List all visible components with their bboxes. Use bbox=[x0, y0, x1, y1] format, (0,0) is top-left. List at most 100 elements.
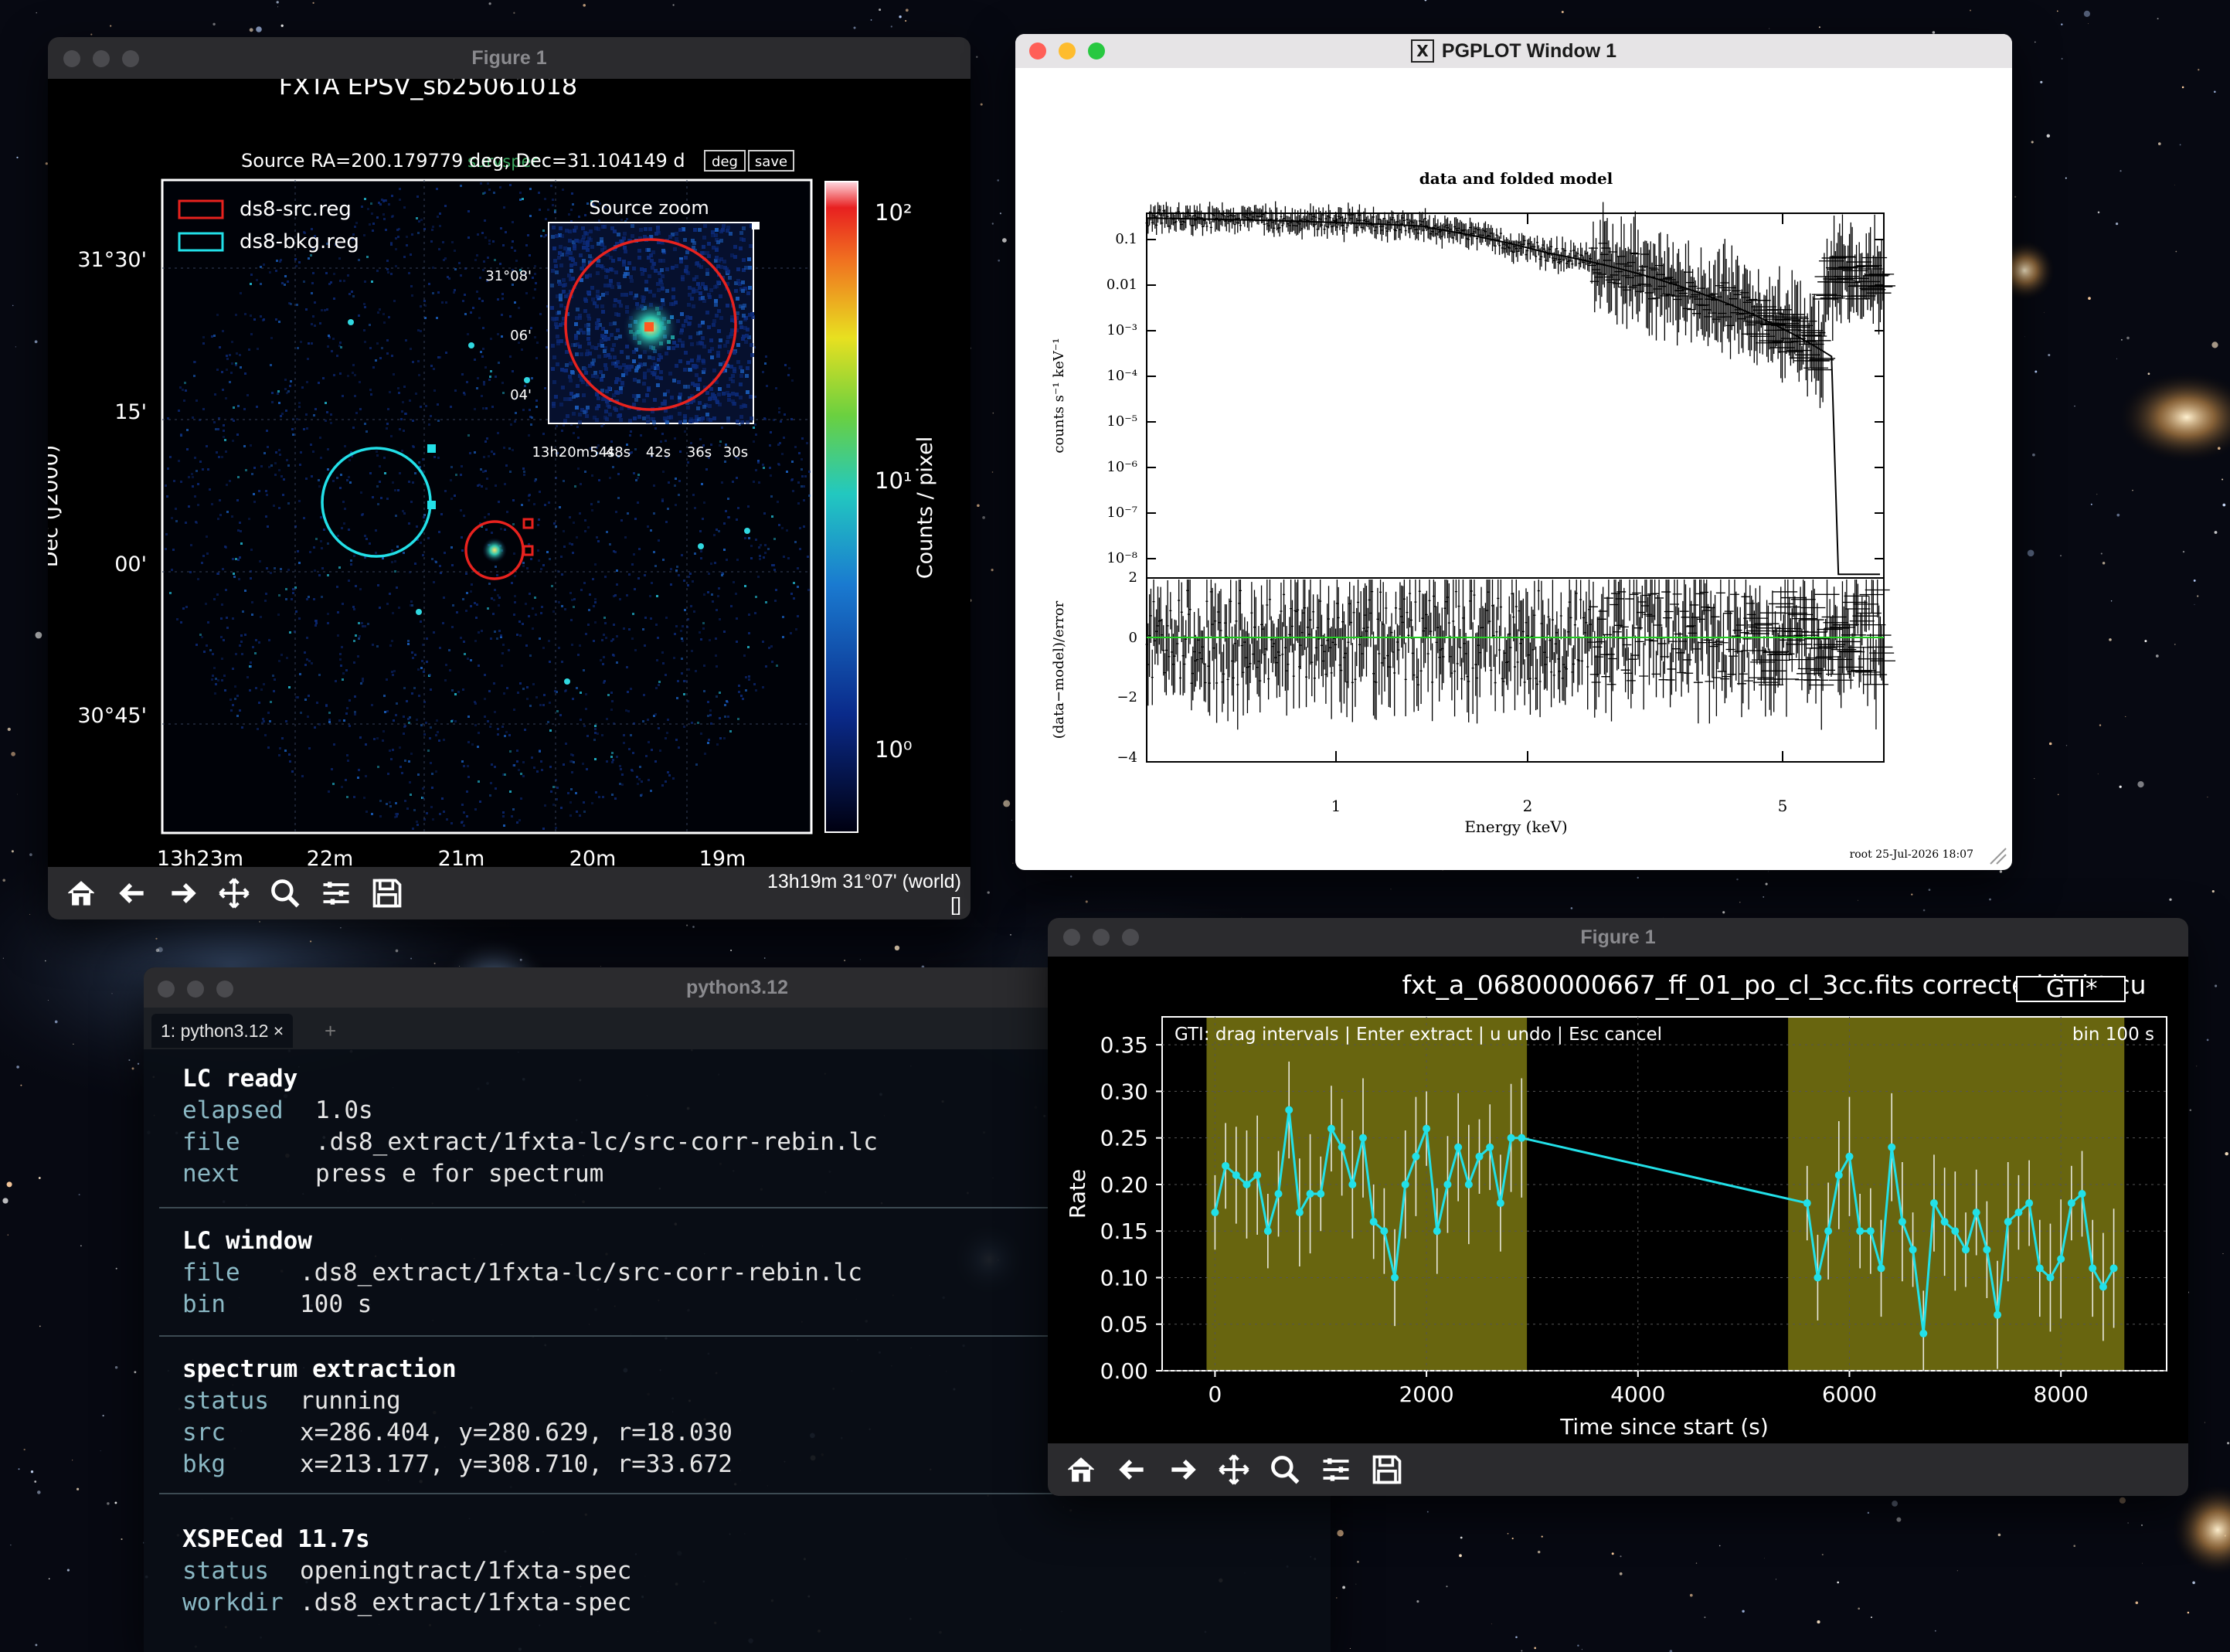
photon-pixel bbox=[379, 357, 382, 359]
photon-pixel bbox=[483, 260, 485, 263]
photon-pixel bbox=[182, 389, 184, 391]
photon-pixel bbox=[644, 644, 646, 647]
photon-pixel bbox=[183, 399, 185, 402]
photon-pixel bbox=[224, 689, 226, 692]
photon-pixel bbox=[602, 663, 604, 665]
image-figure[interactable]: FXTA EPSV_sb25061018 survspec Source RA=… bbox=[48, 79, 971, 867]
photon-pixel bbox=[588, 254, 592, 258]
photon-pixel bbox=[561, 430, 563, 432]
photon-pixel bbox=[377, 766, 379, 768]
close-button[interactable] bbox=[1029, 42, 1046, 59]
photon-pixel bbox=[260, 315, 262, 318]
spectrum-point bbox=[1393, 219, 1396, 240]
photon-pixel bbox=[233, 576, 236, 578]
photon-pixel bbox=[538, 518, 540, 521]
photon-pixel bbox=[737, 718, 739, 720]
star bbox=[1871, 1616, 1872, 1619]
photon-pixel bbox=[715, 228, 719, 232]
point-source bbox=[348, 319, 354, 325]
figure-title: FXTA EPSV_sb25061018 bbox=[279, 79, 577, 100]
photon-pixel bbox=[647, 525, 649, 528]
spectrum-point bbox=[1312, 206, 1315, 228]
photon-pixel bbox=[660, 268, 664, 272]
photon-pixel bbox=[630, 734, 632, 736]
sky-image[interactable]: ds8-src.reg ds8-bkg.reg Source zoom 31°0… bbox=[161, 178, 813, 834]
photon-pixel bbox=[280, 568, 282, 570]
photon-pixel bbox=[559, 304, 563, 308]
photon-pixel bbox=[695, 763, 698, 766]
photon-pixel bbox=[578, 216, 580, 218]
pgplot-window[interactable]: X PGPLOT Window 1 data and folded model … bbox=[1015, 34, 2012, 870]
photon-pixel bbox=[364, 423, 366, 425]
bkg-handle[interactable] bbox=[427, 444, 436, 453]
photon-pixel bbox=[693, 610, 695, 613]
photon-pixel bbox=[223, 430, 225, 432]
photon-pixel bbox=[532, 277, 534, 279]
home-button[interactable] bbox=[57, 871, 105, 916]
photon-pixel bbox=[350, 563, 352, 566]
photon-pixel bbox=[607, 694, 610, 696]
photon-pixel bbox=[197, 504, 199, 506]
save-button[interactable] bbox=[363, 871, 411, 916]
photon-pixel bbox=[392, 215, 394, 217]
spectrum-point bbox=[1419, 214, 1423, 235]
photon-pixel bbox=[673, 657, 675, 659]
photon-pixel bbox=[784, 413, 786, 416]
xtick: 20m bbox=[569, 847, 617, 867]
src-handle[interactable] bbox=[522, 545, 534, 556]
star bbox=[2147, 372, 2150, 376]
pgplot-titlebar[interactable]: X PGPLOT Window 1 bbox=[1015, 34, 2012, 68]
photon-pixel bbox=[442, 622, 444, 624]
photon-pixel bbox=[593, 605, 595, 607]
figure1-window[interactable]: Figure 1 FXTA EPSV_sb25061018 survspec S… bbox=[48, 37, 971, 919]
photon-pixel bbox=[359, 588, 362, 590]
configure-button[interactable] bbox=[312, 871, 360, 916]
photon-pixel bbox=[233, 406, 235, 409]
star bbox=[1818, 26, 1820, 29]
photon-pixel bbox=[803, 525, 805, 528]
photon-pixel bbox=[626, 666, 628, 668]
photon-pixel bbox=[436, 719, 438, 722]
minimize-button[interactable] bbox=[93, 50, 110, 67]
inset-xtick: 13h20m54s bbox=[532, 444, 614, 461]
xspec-plot[interactable]: data and folded model 0.1 0.01 10⁻³ 10⁻⁴… bbox=[1015, 68, 2012, 870]
photon-pixel bbox=[412, 420, 414, 422]
photon-pixel bbox=[644, 280, 648, 284]
figure1-titlebar[interactable]: Figure 1 bbox=[48, 37, 971, 79]
zoom-button[interactable] bbox=[1088, 42, 1105, 59]
photon-pixel bbox=[379, 465, 381, 467]
star bbox=[1620, 1555, 1622, 1558]
star bbox=[2169, 898, 2172, 901]
photon-pixel bbox=[206, 535, 208, 538]
photon-pixel bbox=[365, 775, 367, 777]
ytick: 00' bbox=[114, 552, 147, 576]
photon-pixel bbox=[707, 242, 711, 246]
photon-pixel bbox=[612, 343, 616, 347]
photon-pixel bbox=[305, 413, 308, 416]
photon-pixel bbox=[339, 658, 342, 661]
pan-button[interactable] bbox=[210, 871, 258, 916]
photon-pixel bbox=[216, 369, 219, 371]
photon-pixel bbox=[693, 364, 697, 368]
photon-pixel bbox=[420, 305, 422, 308]
back-button[interactable] bbox=[108, 871, 156, 916]
photon-pixel bbox=[763, 512, 766, 515]
photon-pixel bbox=[382, 557, 384, 559]
photon-pixel bbox=[466, 815, 468, 818]
zoom-button[interactable] bbox=[122, 50, 139, 67]
photon-pixel bbox=[435, 561, 437, 563]
photon-pixel bbox=[620, 406, 624, 410]
forward-button[interactable] bbox=[159, 871, 207, 916]
photon-pixel bbox=[632, 359, 636, 363]
zoom-button[interactable] bbox=[261, 871, 309, 916]
minimize-button[interactable] bbox=[1059, 42, 1076, 59]
bkg-handle[interactable] bbox=[427, 501, 436, 509]
photon-pixel bbox=[571, 277, 575, 280]
photon-pixel bbox=[757, 461, 760, 464]
photon-pixel bbox=[685, 270, 688, 274]
photon-pixel bbox=[470, 311, 472, 314]
src-handle[interactable] bbox=[522, 518, 534, 529]
star bbox=[1997, 1533, 2001, 1537]
photon-pixel bbox=[672, 777, 675, 780]
close-button[interactable] bbox=[63, 50, 80, 67]
